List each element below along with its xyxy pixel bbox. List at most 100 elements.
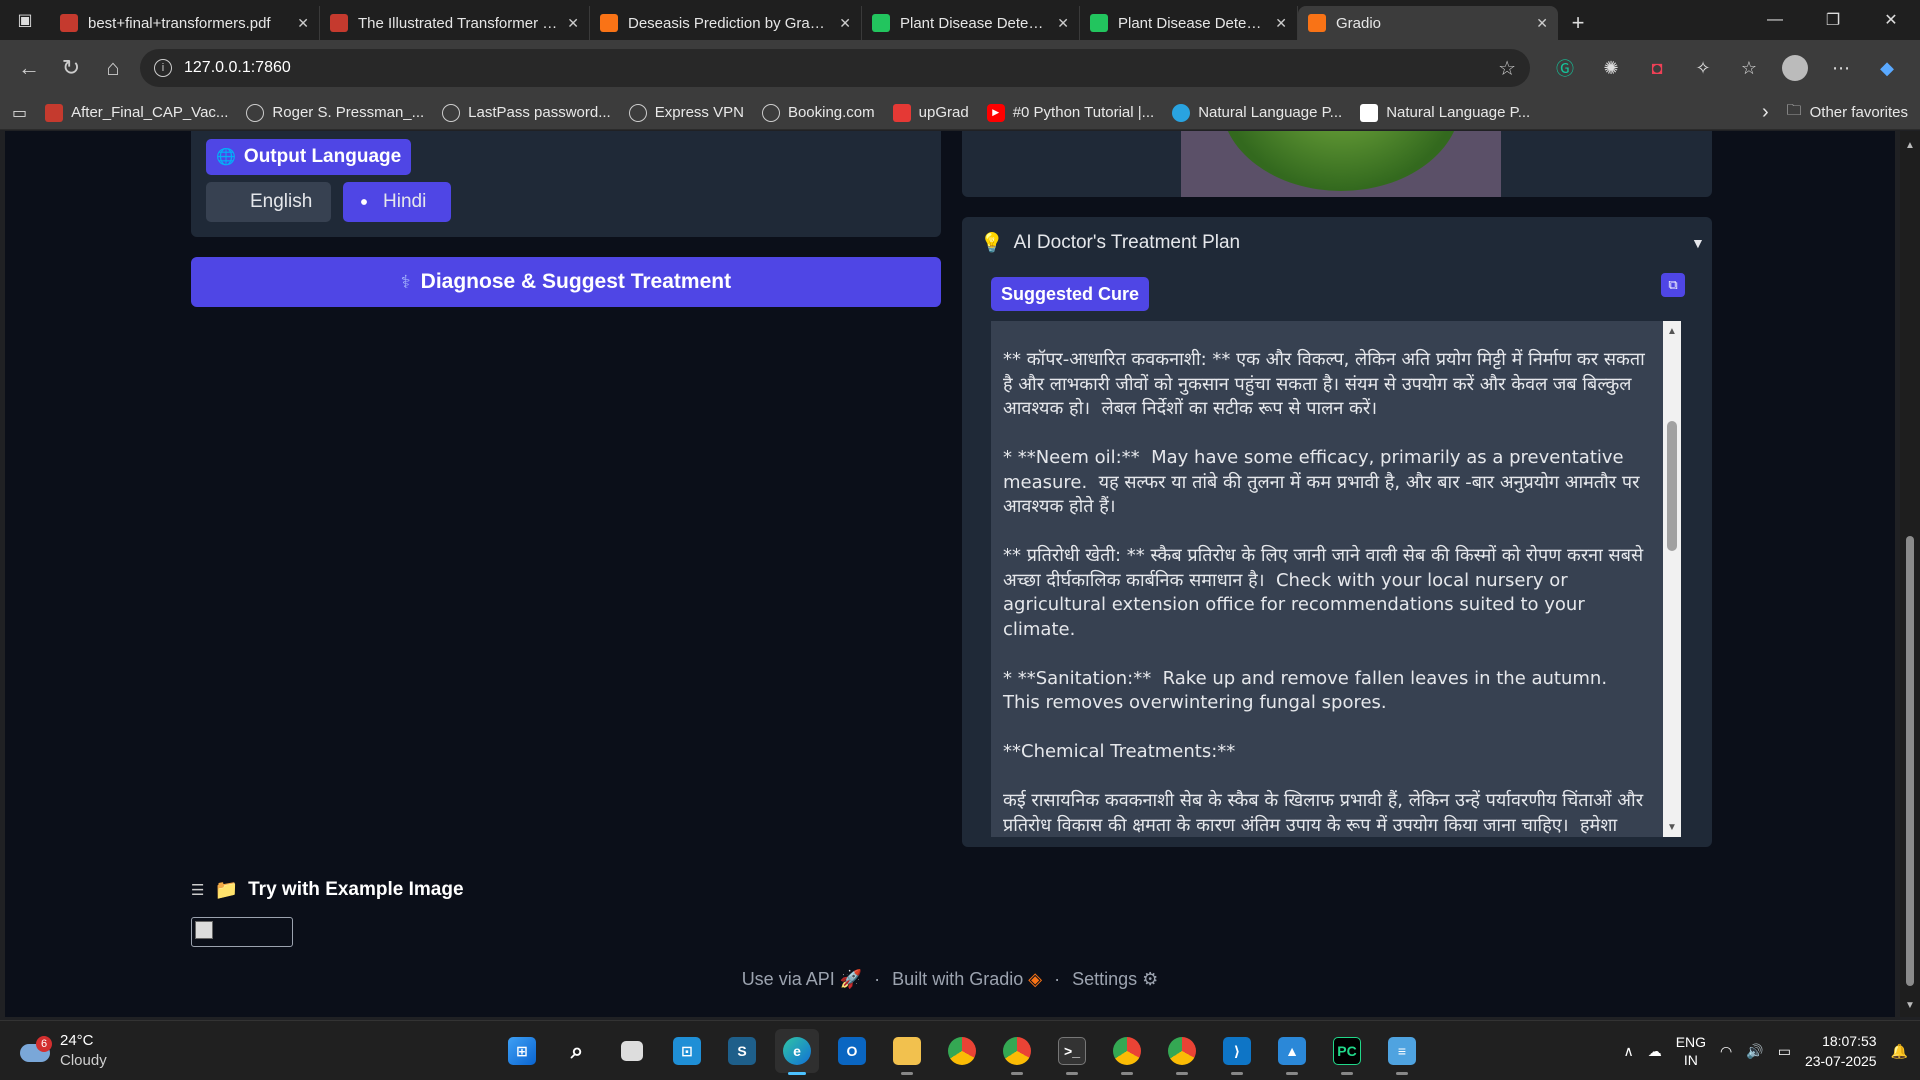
file-explorer-icon[interactable] (885, 1029, 929, 1075)
other-favorites[interactable]: 🗀 Other favorites (1787, 100, 1908, 125)
browser-tab[interactable]: Deseasis Prediction by Gradio ✕ (590, 6, 862, 40)
browser-tab[interactable]: Plant Disease Detector w ✕ (862, 6, 1080, 40)
plant-icon (872, 14, 890, 32)
minimize-icon[interactable]: — (1746, 0, 1804, 40)
example-image-thumbnail[interactable] (191, 917, 293, 947)
bookmark-item[interactable]: Express VPN (628, 103, 744, 122)
close-tab-icon[interactable]: ✕ (839, 15, 851, 32)
scroll-up-arrow-icon[interactable]: ▲ (1663, 323, 1681, 339)
terminal-icon[interactable]: >_ (1050, 1029, 1094, 1075)
wifi-icon[interactable]: ◠ (1720, 1043, 1732, 1060)
page-scroll-thumb[interactable] (1906, 536, 1914, 986)
favorite-star-icon[interactable]: ☆ (1498, 56, 1516, 81)
close-tab-icon[interactable]: ✕ (1275, 15, 1287, 32)
tab-title: Deseasis Prediction by Gradio (628, 14, 830, 32)
bookmark-item[interactable]: Roger S. Pressman_... (246, 103, 424, 122)
chrome-s-icon[interactable] (1105, 1029, 1149, 1075)
pocket-icon[interactable]: ◘ (1636, 47, 1678, 89)
built-with-gradio-link[interactable]: Built with Gradio ◈ (892, 969, 1042, 990)
page-scroll-up-icon[interactable]: ▲ (1900, 137, 1920, 153)
volume-icon[interactable]: 🔊 (1746, 1043, 1763, 1060)
tab-actions-icon[interactable]: ▣ (0, 0, 50, 40)
bookmark-item[interactable]: Natural Language P... (1172, 103, 1343, 122)
outlook-icon[interactable]: O (830, 1029, 874, 1073)
textbox-scroll-thumb[interactable] (1667, 421, 1677, 551)
url-text[interactable]: 127.0.0.1:7860 (184, 59, 1486, 77)
use-via-api-link[interactable]: Use via API 🚀 (742, 969, 862, 990)
start-icon[interactable]: ⊞ (500, 1029, 544, 1073)
page-scroll-down-icon[interactable]: ▼ (1900, 997, 1920, 1013)
bookmark-item[interactable]: LastPass password... (442, 103, 611, 122)
scroll-down-arrow-icon[interactable]: ▼ (1663, 819, 1681, 835)
weather-widget[interactable]: 6 24°C Cloudy (20, 1031, 107, 1071)
tray-overflow-icon[interactable]: ∧ (1623, 1043, 1633, 1060)
browser-tab[interactable]: Gradio ✕ (1298, 6, 1558, 40)
bookmark-label: upGrad (918, 104, 969, 121)
cure-text[interactable]: disease is established. नोट: सल्फर गर्म … (1003, 321, 1651, 837)
chrome-profile-icon[interactable] (995, 1029, 1039, 1075)
search-icon[interactable]: ⌕ (555, 1029, 599, 1073)
restore-icon[interactable]: ❐ (1804, 0, 1862, 40)
bookmark-label: Natural Language P... (1198, 104, 1343, 121)
settings-link[interactable]: Settings ⚙ (1072, 969, 1158, 990)
onedrive-icon[interactable]: ☁ (1648, 1043, 1662, 1060)
extensions-puzzle-icon[interactable]: ✧ (1682, 47, 1724, 89)
cure-textbox[interactable]: disease is established. नोट: सल्फर गर्म … (991, 321, 1681, 837)
clock[interactable]: 18:07:53 23-07-2025 (1805, 1031, 1877, 1071)
edge-icon[interactable]: e (775, 1029, 819, 1075)
textbox-scrollbar[interactable]: ▲ ▼ (1663, 321, 1681, 837)
bookmark-item[interactable]: Natural Language P... (1360, 103, 1530, 122)
profile-avatar-icon[interactable] (1774, 47, 1816, 89)
close-window-icon[interactable]: ✕ (1862, 0, 1920, 40)
notifications-icon[interactable]: 🔔 (1891, 1043, 1908, 1060)
accordion-header[interactable]: 💡 AI Doctor's Treatment Plan (980, 231, 1240, 255)
browser-tab[interactable]: Plant Disease Detector w ✕ (1080, 6, 1298, 40)
bookmark-label: Express VPN (654, 104, 744, 121)
screen: ▣ best+final+transformers.pdf ✕ The Illust… (0, 0, 1920, 1080)
close-tab-icon[interactable]: ✕ (1057, 15, 1069, 32)
radio-dot-selected[interactable] (357, 195, 371, 209)
app-s-icon[interactable]: S (720, 1029, 764, 1073)
radio-dot[interactable] (220, 193, 238, 211)
language-indicator[interactable]: ENG IN (1676, 1033, 1706, 1069)
new-tab-button[interactable]: + (1558, 6, 1598, 40)
bookmark-item[interactable]: upGrad (892, 103, 969, 122)
bookmarks-overflow-icon[interactable]: › (1762, 101, 1769, 124)
battery-icon[interactable]: ▭ (1778, 1043, 1791, 1060)
bookmark-item[interactable]: ▶ #0 Python Tutorial |... (986, 103, 1154, 122)
browser-tab[interactable]: best+final+transformers.pdf ✕ (50, 6, 320, 40)
vscode-icon[interactable]: ⟩ (1215, 1029, 1259, 1075)
favorites-icon[interactable]: ☆ (1728, 47, 1770, 89)
radio-hindi[interactable]: Hindi (343, 182, 451, 222)
reading-view-icon[interactable]: ▭ (12, 103, 27, 123)
bookmark-favicon-icon (1172, 103, 1191, 122)
close-tab-icon[interactable]: ✕ (567, 15, 579, 32)
browser-tab[interactable]: The Illustrated Transformer – Jay ✕ (320, 6, 590, 40)
grammarly-icon[interactable]: Ⓖ (1544, 47, 1586, 89)
photos-icon[interactable]: ▲ (1270, 1029, 1314, 1075)
copilot-icon[interactable]: ◆ (1866, 47, 1908, 89)
radio-english[interactable]: English (206, 182, 331, 222)
chrome-s2-icon[interactable] (1160, 1029, 1204, 1075)
site-info-icon[interactable]: i (154, 59, 172, 77)
diagnose-button[interactable]: ⚕ Diagnose & Suggest Treatment (191, 257, 941, 307)
page-scrollbar[interactable]: ▲ ▼ (1900, 131, 1920, 1017)
task-view-icon[interactable] (610, 1029, 654, 1073)
bookmark-item[interactable]: After_Final_CAP_Vac... (45, 103, 228, 122)
chrome-icon[interactable] (940, 1029, 984, 1073)
copy-icon[interactable]: ⧉ (1661, 273, 1685, 297)
more-menu-icon[interactable]: ⋯ (1820, 47, 1862, 89)
notepad-icon[interactable]: ≡ (1380, 1029, 1424, 1075)
back-icon[interactable]: ← (8, 47, 50, 89)
close-tab-icon[interactable]: ✕ (1536, 15, 1548, 32)
reload-icon[interactable]: ↻ (50, 47, 92, 89)
pycharm-icon[interactable]: PC (1325, 1029, 1369, 1075)
close-tab-icon[interactable]: ✕ (297, 15, 309, 32)
bookmark-item[interactable]: Booking.com (761, 103, 875, 122)
extension-icon[interactable]: ✺ (1590, 47, 1632, 89)
home-icon[interactable]: ⌂ (92, 47, 134, 89)
accordion-caret-icon[interactable]: ▼ (1691, 235, 1705, 251)
globe-icon (246, 103, 265, 122)
address-bar[interactable]: i 127.0.0.1:7860 ☆ (140, 49, 1530, 87)
store-icon[interactable]: ⊡ (665, 1029, 709, 1073)
